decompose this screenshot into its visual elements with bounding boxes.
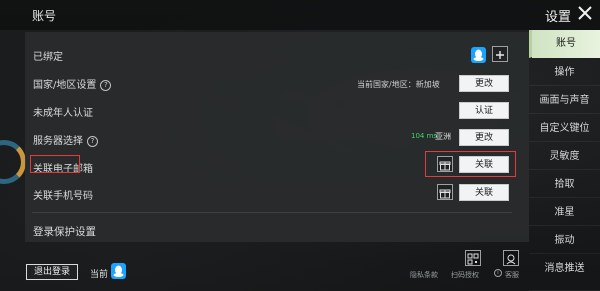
help-icon[interactable]: ? <box>100 80 112 91</box>
sidebar-item-crosshair[interactable]: 准星 <box>529 200 600 226</box>
country-label: 国家/地区设置 <box>33 80 97 91</box>
sidebar-item-pickup[interactable]: 拾取 <box>529 172 600 198</box>
login-protect-label: 登录保护设置 <box>33 226 96 238</box>
add-binding-icon[interactable] <box>492 46 508 62</box>
bound-row: 已绑定 <box>25 43 529 69</box>
support-label[interactable]: 客服 <box>505 270 519 280</box>
server-label: 服务器选择 <box>33 136 83 147</box>
verify-minor-button[interactable]: 认证 <box>459 102 509 119</box>
sidebar-item-vibration[interactable]: 振动 <box>529 228 600 254</box>
phone-label: 关联手机号码 <box>33 191 93 202</box>
sidebar-item-controls[interactable]: 操作 <box>529 60 600 86</box>
email-label-highlight <box>30 155 80 173</box>
minor-label: 未成年人认证 <box>33 108 93 119</box>
server-row: 服务器选择? <box>25 127 529 153</box>
server-region: 亚洲 <box>435 132 451 141</box>
server-ping: 104 ms <box>411 132 438 140</box>
qr-scan-icon[interactable] <box>465 250 481 266</box>
sidebar-item-notifications[interactable]: 消息推送 <box>529 256 600 291</box>
change-server-button[interactable]: 更改 <box>459 129 509 146</box>
settings-sidebar: 账号 操作 画面与声音 自定义键位 灵敏度 拾取 准星 振动 消息推送 <box>529 30 600 291</box>
sidebar-item-custom-keys[interactable]: 自定义键位 <box>529 116 600 142</box>
link-phone-button[interactable]: 关联 <box>459 184 509 201</box>
email-action-highlight <box>425 151 516 177</box>
sidebar-item-sensitivity[interactable]: 灵敏度 <box>529 144 600 170</box>
login-protect-row[interactable]: 登录保护设置 <box>25 219 529 245</box>
phone-row: 关联手机号码 <box>25 182 529 208</box>
info-icon[interactable]: i <box>494 269 502 277</box>
change-country-button[interactable]: 更改 <box>459 75 509 92</box>
customer-service-icon[interactable] <box>503 250 519 266</box>
minor-row: 未成年人认证 <box>25 99 529 125</box>
scan-label[interactable]: 扫码授权 <box>451 270 479 280</box>
privacy-link[interactable]: 隐私条款 <box>410 270 438 280</box>
current-country-text: 当前国家/地区：新加坡 <box>357 80 440 89</box>
settings-title: 设置 <box>545 10 572 25</box>
close-icon[interactable] <box>576 4 594 22</box>
qq-icon <box>111 263 126 279</box>
divider <box>32 212 512 213</box>
country-row: 国家/地区设置? <box>25 71 529 97</box>
gift-icon[interactable] <box>437 184 453 200</box>
sidebar-item-account[interactable]: 账号 <box>529 30 600 58</box>
help-icon[interactable]: ? <box>87 136 98 147</box>
bound-label: 已绑定 <box>33 52 63 63</box>
current-label: 当前 <box>90 270 109 280</box>
qq-icon[interactable] <box>471 47 486 63</box>
page-title: 账号 <box>32 9 57 23</box>
logout-button[interactable]: 退出登录 <box>26 264 78 280</box>
sidebar-item-graphics-audio[interactable]: 画面与声音 <box>529 88 600 114</box>
top-bar <box>0 0 600 30</box>
